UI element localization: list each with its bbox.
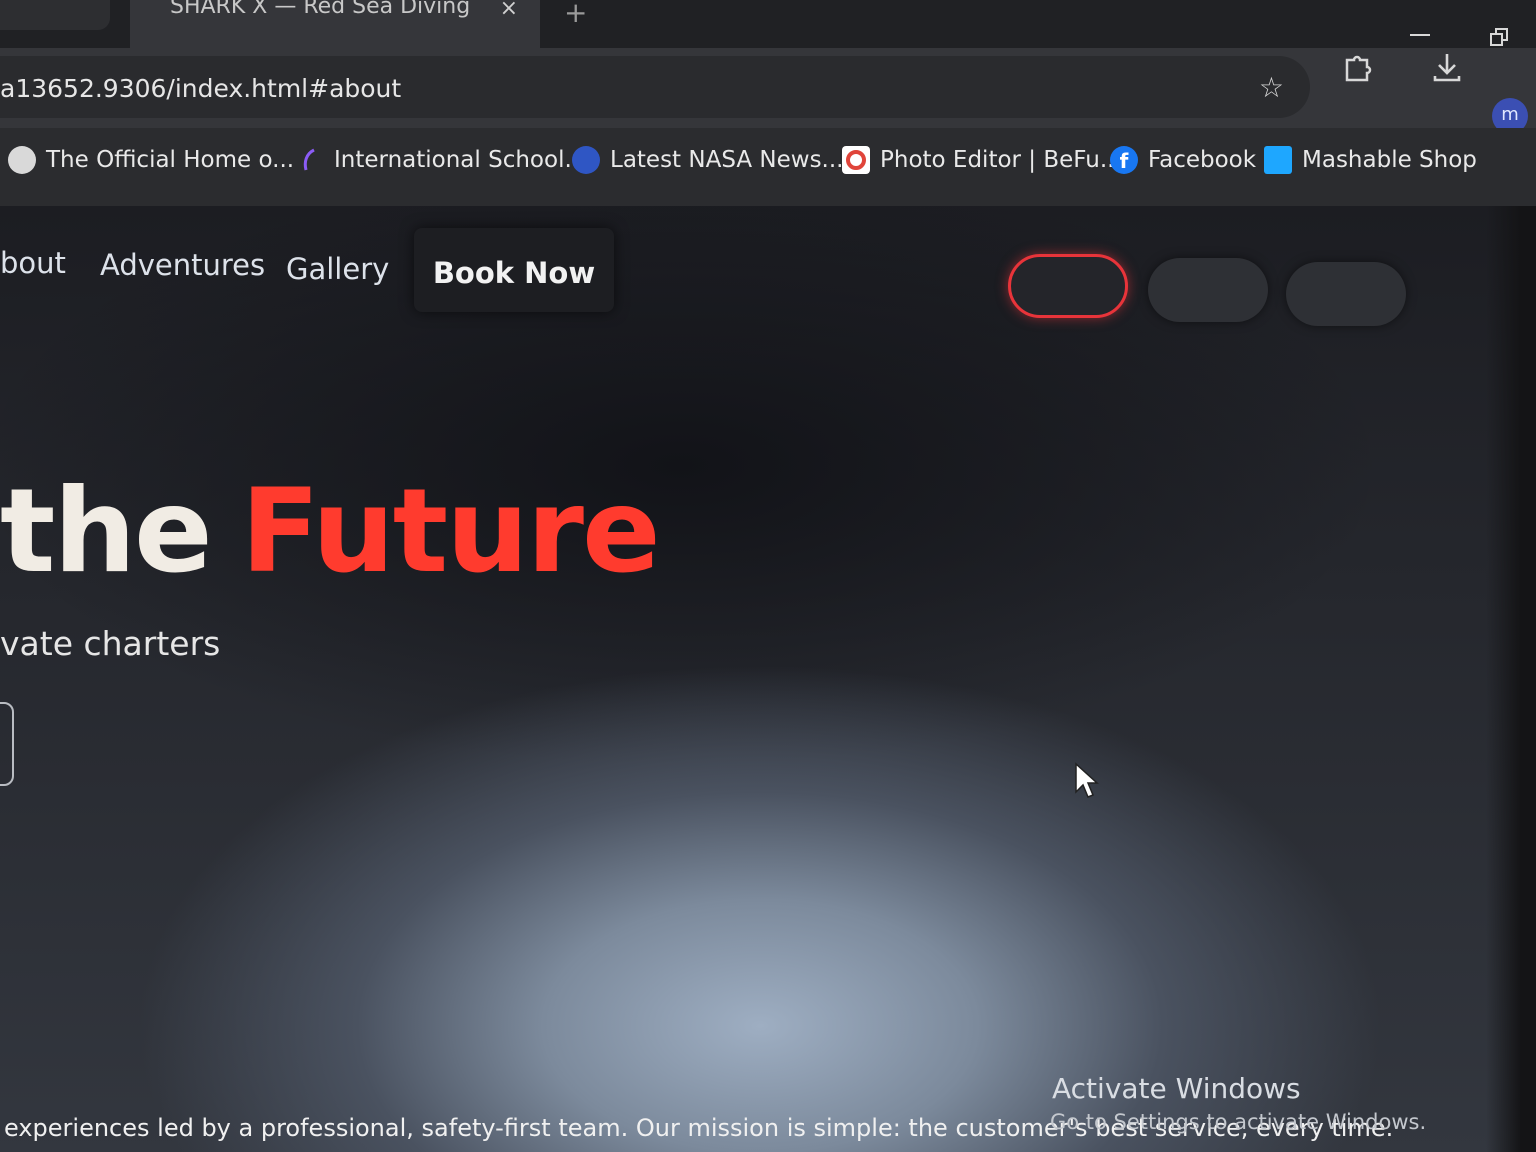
bookmark-item[interactable]: Photo Editor | BeFu... xyxy=(842,142,1122,178)
activate-windows-subtitle: Go to Settings to activate Windows. xyxy=(1050,1110,1427,1134)
url-text[interactable]: a13652.9306/index.html#about xyxy=(0,74,401,103)
hero-subtitle: vate charters xyxy=(0,624,221,663)
hero-title: the Future xyxy=(0,464,661,599)
nav-link-about[interactable]: bout xyxy=(0,246,66,280)
new-tab-icon[interactable]: + xyxy=(564,0,587,29)
tab-close-icon[interactable]: × xyxy=(500,0,518,21)
bookmark-item[interactable]: International School... xyxy=(296,142,586,178)
nav-link-adventures[interactable]: Adventures xyxy=(100,248,265,282)
book-now-button[interactable]: Book Now xyxy=(414,228,614,312)
hero-title-plain: the xyxy=(0,464,213,599)
bookmark-label: The Official Home o... xyxy=(46,147,295,173)
bookmark-item[interactable]: f Facebook xyxy=(1110,142,1256,178)
mouse-cursor-icon xyxy=(1075,762,1099,798)
globe-icon xyxy=(8,146,36,174)
bookmarks-bar: The Official Home o... International Sch… xyxy=(0,128,1536,206)
download-icon[interactable] xyxy=(1430,50,1464,84)
befunky-icon xyxy=(842,146,870,174)
bookmark-label: Mashable Shop xyxy=(1302,147,1477,173)
lang-pill-active[interactable] xyxy=(1008,254,1128,318)
hero-title-accent: Future xyxy=(240,464,661,599)
feather-icon xyxy=(296,146,324,174)
bookmark-label: Photo Editor | BeFu... xyxy=(880,147,1122,173)
lang-pill[interactable] xyxy=(1286,262,1406,326)
bookmark-label: Latest NASA News... xyxy=(610,147,844,173)
screen: SHARK X — Red Sea Diving × + a13652.9306… xyxy=(0,0,1536,1152)
browser-tabbar: SHARK X — Red Sea Diving × + xyxy=(0,0,1536,48)
webpage: bout Adventures Gallery Book Now the Futu… xyxy=(0,206,1536,1152)
restore-window-icon[interactable] xyxy=(1490,28,1508,46)
bookmark-item[interactable]: Latest NASA News... xyxy=(572,142,843,178)
extensions-icon[interactable] xyxy=(1340,50,1374,84)
minimize-icon[interactable] xyxy=(1410,34,1430,36)
mashable-icon xyxy=(1264,146,1292,174)
browser-tab-inactive[interactable] xyxy=(0,0,110,30)
bookmark-item[interactable]: The Official Home o... xyxy=(8,142,294,178)
activate-windows-title: Activate Windows xyxy=(1052,1072,1301,1105)
nasa-icon xyxy=(572,146,600,174)
browser-toolbar: a13652.9306/index.html#about ☆ xyxy=(0,48,1536,128)
address-bar[interactable]: a13652.9306/index.html#about ☆ xyxy=(0,56,1310,118)
bookmark-label: Facebook xyxy=(1148,147,1257,173)
hero-cta-button[interactable] xyxy=(0,702,14,786)
bookmark-star-icon[interactable]: ☆ xyxy=(1259,71,1284,104)
lang-pill[interactable] xyxy=(1148,258,1268,322)
nav-link-gallery[interactable]: Gallery xyxy=(286,252,389,286)
tab-title: SHARK X — Red Sea Diving xyxy=(170,0,471,19)
screen-bezel-edge xyxy=(1486,206,1536,1152)
browser-tab-active[interactable]: SHARK X — Red Sea Diving × xyxy=(130,0,540,48)
bookmark-item[interactable]: Mashable Shop xyxy=(1264,142,1477,178)
bookmark-label: International School... xyxy=(334,147,587,173)
facebook-icon: f xyxy=(1110,146,1138,174)
